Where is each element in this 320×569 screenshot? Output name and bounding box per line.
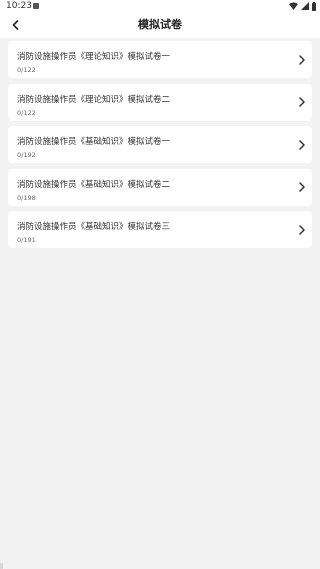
exam-progress: 0/122 (17, 108, 36, 117)
wifi-icon (289, 2, 298, 10)
status-time: 10:23 (6, 1, 32, 11)
chevron-right-icon (299, 224, 305, 235)
exam-card[interactable]: 消防设施操作员《基础知识》模拟试卷一 0/192 (8, 126, 312, 163)
back-button[interactable] (6, 16, 24, 34)
exam-title: 消防设施操作员《基础知识》模拟试卷一 (17, 137, 171, 147)
exam-progress: 0/198 (17, 193, 36, 202)
exam-progress: 0/191 (17, 236, 36, 244)
exam-title: 消防设施操作员《基础知识》模拟试卷三 (17, 222, 171, 232)
page-title: 模拟试卷 (138, 18, 182, 31)
chevron-right-icon (299, 182, 305, 192)
exam-title: 消防设施操作员《基础知识》模拟试卷二 (17, 179, 171, 190)
notification-icon (33, 3, 39, 9)
exam-title: 消防设施操作员《理论知识》模拟试卷一 (17, 52, 171, 62)
chevron-left-icon (12, 20, 18, 30)
exam-title: 消防设施操作员《理论知识》模拟试卷二 (17, 94, 171, 105)
status-icons (289, 1, 316, 11)
status-bar: 10:23 (0, 0, 320, 12)
exam-list: 消防设施操作员《理论知识》模拟试卷一 0/122 消防设施操作员《理论知识》模拟… (8, 41, 312, 254)
exam-progress: 0/122 (17, 66, 36, 74)
exam-card[interactable]: 消防设施操作员《基础知识》模拟试卷二 0/198 (8, 168, 312, 206)
edge-handle (0, 563, 3, 569)
exam-card[interactable]: 消防设施操作员《理论知识》模拟试卷二 0/122 (8, 83, 312, 121)
chevron-right-icon (299, 54, 305, 65)
chevron-right-icon (299, 97, 305, 107)
exam-card[interactable]: 消防设施操作员《基础知识》模拟试卷三 0/191 (8, 211, 312, 248)
exam-card[interactable]: 消防设施操作员《理论知识》模拟试卷一 0/122 (8, 41, 312, 78)
exam-progress: 0/192 (17, 151, 36, 159)
battery-icon (312, 1, 316, 11)
app-header: 模拟试卷 (0, 12, 320, 38)
chevron-right-icon (299, 139, 305, 150)
cellular-icon (301, 2, 309, 10)
